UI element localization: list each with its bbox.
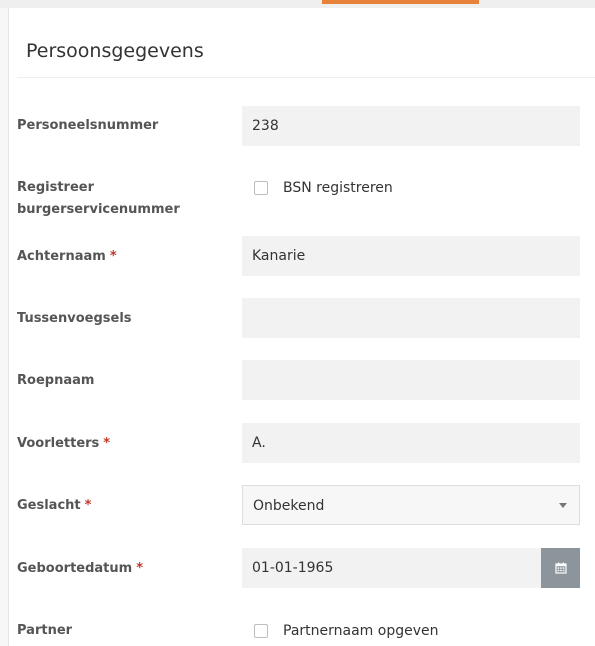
label-geboortedatum-text: Geboortedatum xyxy=(17,561,133,576)
geslacht-select[interactable]: Onbekend xyxy=(242,485,580,525)
bsn-checkbox[interactable] xyxy=(254,181,268,195)
partner-checkbox-label[interactable]: Partnernaam opgeven xyxy=(283,623,438,639)
label-achternaam: Achternaam * xyxy=(17,246,117,268)
partner-checkbox[interactable] xyxy=(254,624,268,638)
calendar-icon xyxy=(554,562,567,574)
label-geslacht: Geslacht * xyxy=(17,495,91,517)
label-voorletters: Voorletters * xyxy=(17,433,110,455)
geboortedatum-field[interactable]: 01-01-1965 xyxy=(242,548,541,588)
divider xyxy=(17,77,595,78)
required-marker: * xyxy=(136,561,144,576)
label-partner: Partner xyxy=(17,623,73,638)
label-geslacht-text: Geslacht xyxy=(17,498,81,513)
label-voorletters-text: Voorletters xyxy=(17,436,100,451)
voorletters-field[interactable]: A. xyxy=(242,423,580,463)
label-roepnaam: Roepnaam xyxy=(17,373,95,388)
label-bsn: Registreer burgerservicenummer xyxy=(17,180,180,217)
active-tab-indicator xyxy=(322,0,479,4)
required-marker: * xyxy=(103,436,111,451)
label-achternaam-text: Achternaam xyxy=(17,249,106,264)
label-tussenvoegsels: Tussenvoegsels xyxy=(17,311,132,326)
bsn-checkbox-label[interactable]: BSN registreren xyxy=(283,180,393,196)
label-personeelsnummer: Personeelsnummer xyxy=(17,118,159,133)
top-bar xyxy=(0,0,595,8)
label-geboortedatum: Geboortedatum * xyxy=(17,558,143,580)
required-marker: * xyxy=(84,498,92,513)
bsn-checkbox-row[interactable]: BSN registreren xyxy=(254,180,393,196)
required-marker: * xyxy=(109,249,117,264)
tussenvoegsels-field[interactable] xyxy=(242,298,580,338)
section-title: Persoonsgegevens xyxy=(26,40,204,62)
partner-checkbox-row[interactable]: Partnernaam opgeven xyxy=(254,623,438,639)
geslacht-selected-value: Onbekend xyxy=(253,498,325,514)
personeelsnummer-field[interactable]: 238 xyxy=(242,106,580,146)
datepicker-button[interactable] xyxy=(541,548,580,588)
achternaam-field[interactable]: Kanarie xyxy=(242,236,580,276)
roepnaam-field[interactable] xyxy=(242,360,580,400)
chevron-down-icon xyxy=(559,503,567,508)
